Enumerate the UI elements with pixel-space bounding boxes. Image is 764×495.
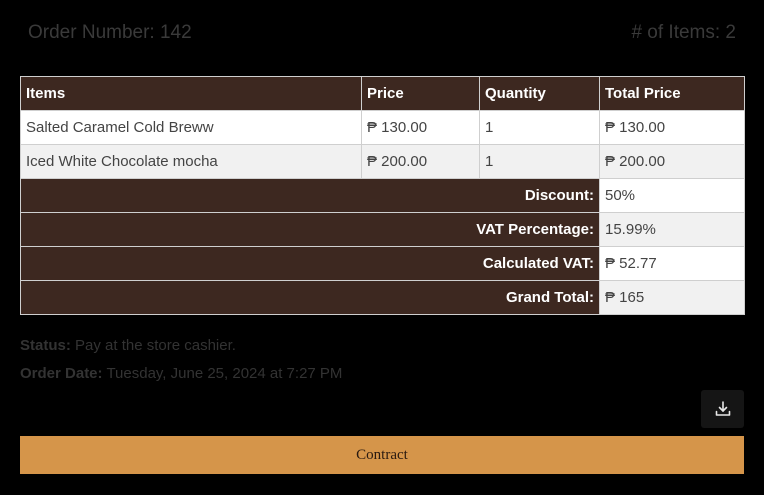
discount-value: 50% — [599, 178, 745, 213]
status-value: Pay at the store cashier. — [75, 337, 236, 354]
item-total: ₱ 130.00 — [599, 110, 745, 145]
order-date-value: Tuesday, June 25, 2024 at 7:27 PM — [106, 365, 343, 382]
contract-button[interactable]: Contract — [20, 436, 744, 474]
order-status: Status: Pay at the store cashier. — [20, 337, 236, 354]
calculated-vat-value: ₱ 52.77 — [599, 246, 745, 281]
vat-percentage-value: 15.99% — [599, 212, 745, 247]
item-price: ₱ 200.00 — [361, 144, 480, 179]
table-row: Iced White Chocolate mocha ₱ 200.00 1 ₱ … — [20, 144, 745, 179]
grand-total-label: Grand Total: — [20, 280, 600, 315]
grand-total-value: ₱ 165 — [599, 280, 745, 315]
column-header-quantity: Quantity — [479, 76, 600, 111]
item-count: # of Items: 2 — [631, 22, 736, 43]
grand-total-row: Grand Total: ₱ 165 — [20, 280, 745, 315]
download-icon — [715, 401, 730, 416]
status-label: Status: — [20, 337, 71, 354]
order-number: Order Number: 142 — [28, 22, 192, 43]
table-header-row: Items Price Quantity Total Price — [20, 76, 745, 111]
item-price: ₱ 130.00 — [361, 110, 480, 145]
vat-percentage-row: VAT Percentage: 15.99% — [20, 212, 745, 247]
column-header-total-price: Total Price — [599, 76, 745, 111]
order-table: Items Price Quantity Total Price Salted … — [20, 76, 745, 315]
item-name: Salted Caramel Cold Breww — [20, 110, 362, 145]
item-quantity: 1 — [479, 110, 600, 145]
item-total: ₱ 200.00 — [599, 144, 745, 179]
item-name: Iced White Chocolate mocha — [20, 144, 362, 179]
order-date-label: Order Date: — [20, 365, 103, 382]
calculated-vat-label: Calculated VAT: — [20, 246, 600, 281]
table-row: Salted Caramel Cold Breww ₱ 130.00 1 ₱ 1… — [20, 110, 745, 145]
item-quantity: 1 — [479, 144, 600, 179]
order-details-page: Order Number: 142 # of Items: 2 Items Pr… — [0, 0, 764, 495]
order-date: Order Date: Tuesday, June 25, 2024 at 7:… — [20, 365, 342, 382]
download-button[interactable] — [701, 390, 744, 428]
calculated-vat-row: Calculated VAT: ₱ 52.77 — [20, 246, 745, 281]
order-header: Order Number: 142 # of Items: 2 — [28, 20, 736, 46]
vat-percentage-label: VAT Percentage: — [20, 212, 600, 247]
discount-row: Discount: 50% — [20, 178, 745, 213]
column-header-items: Items — [20, 76, 362, 111]
column-header-price: Price — [361, 76, 480, 111]
discount-label: Discount: — [20, 178, 600, 213]
